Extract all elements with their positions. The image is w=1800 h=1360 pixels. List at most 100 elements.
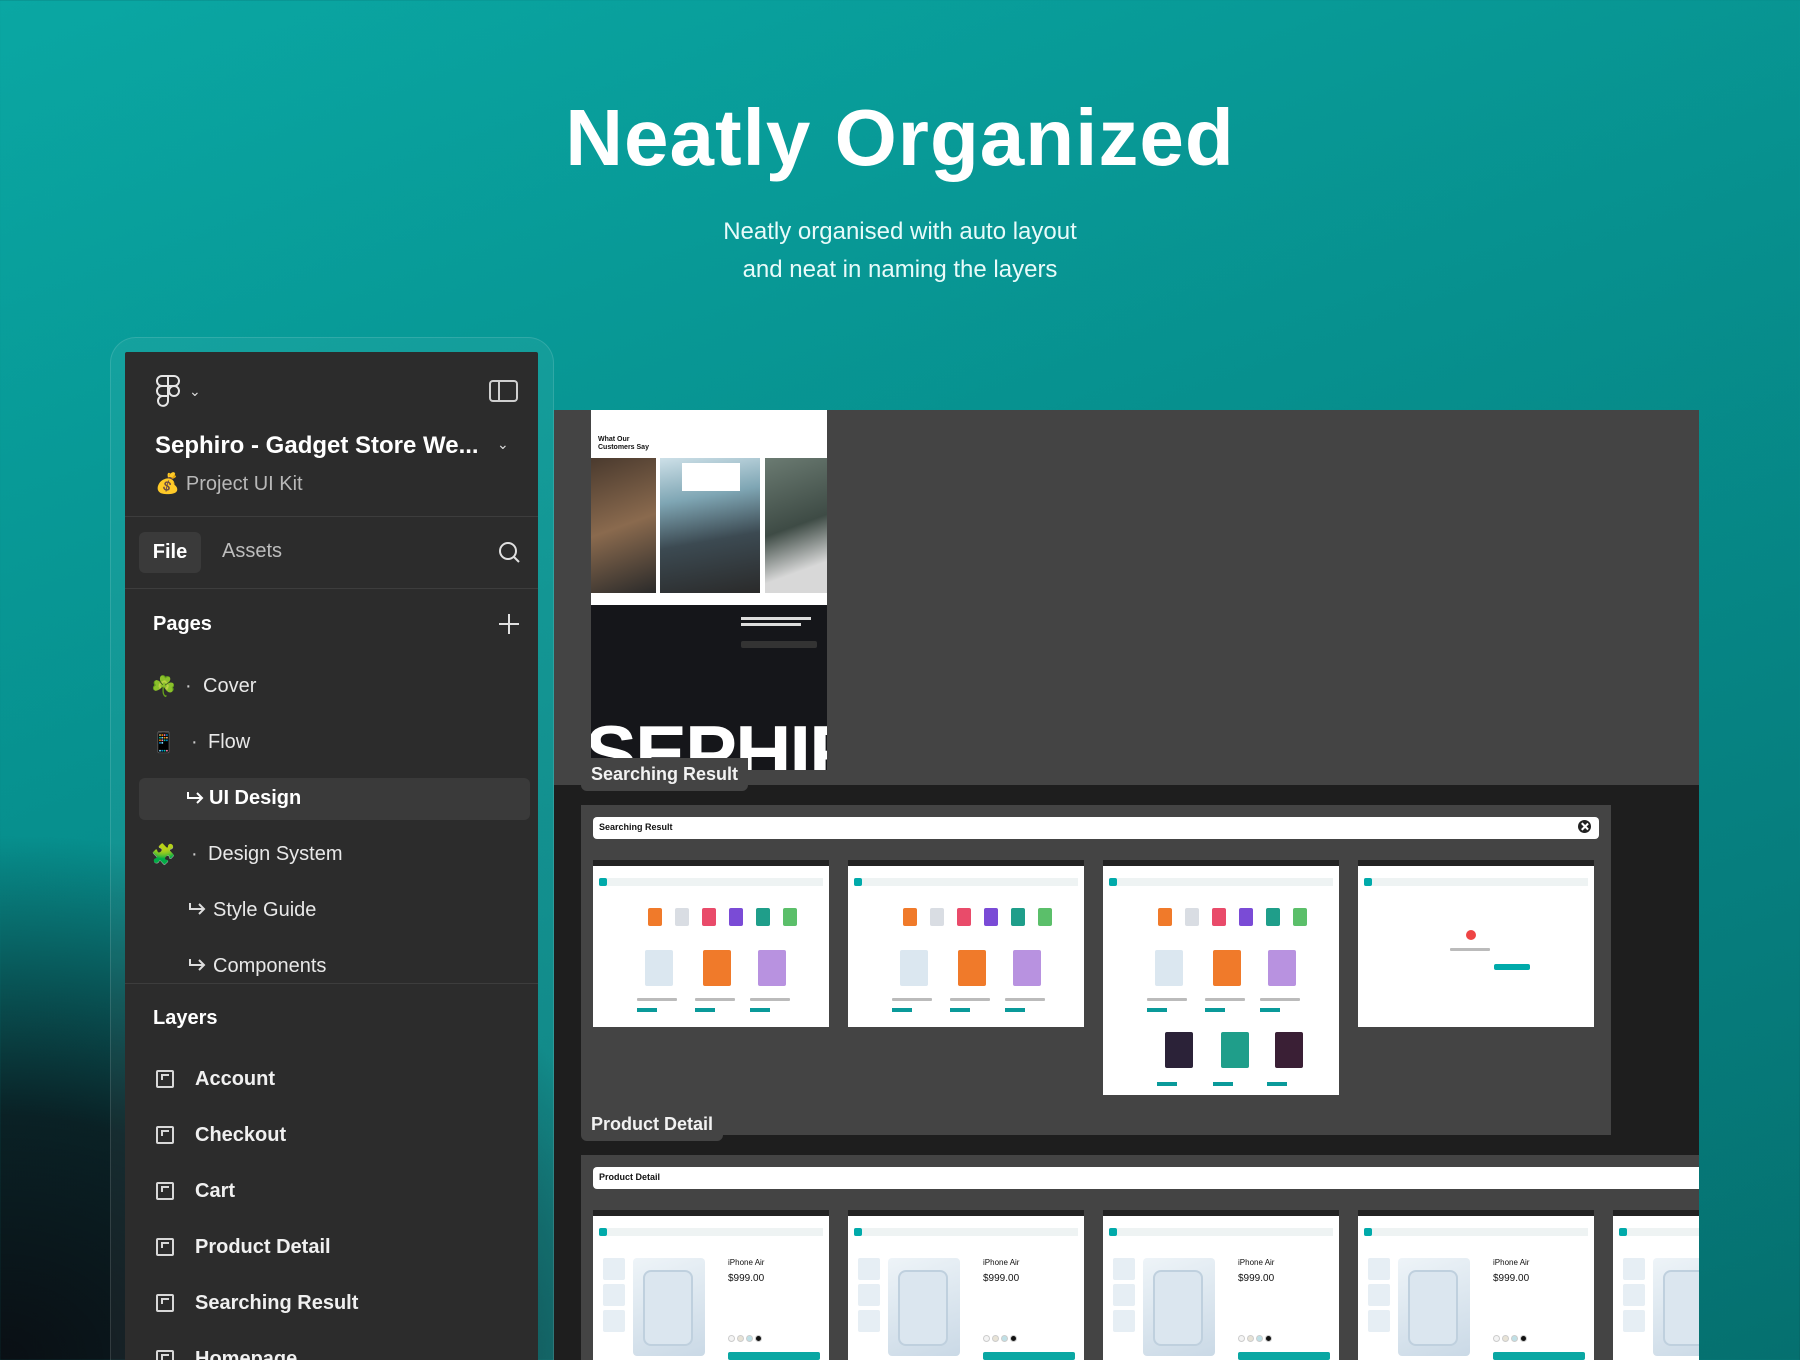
tab-file[interactable]: File: [139, 532, 201, 573]
pages-header: Pages: [153, 613, 212, 635]
thumb-topbar: [1103, 860, 1339, 866]
figma-logo-icon[interactable]: [155, 375, 181, 409]
thumb-logo: [1364, 1228, 1372, 1236]
product-image: [703, 950, 731, 986]
thumb-logo: [854, 1228, 862, 1236]
thumb-navbar: [854, 1228, 1078, 1236]
product-price: [1213, 1082, 1233, 1086]
thumb-navbar: [1109, 1228, 1333, 1236]
thumb-logo: [1109, 1228, 1117, 1236]
section-label-product-detail[interactable]: Product Detail: [581, 1108, 724, 1141]
category-chip: [930, 908, 944, 926]
search-icon[interactable]: [498, 541, 520, 563]
layer-item[interactable]: Searching Result: [125, 1282, 538, 1326]
layers-header: Layers: [153, 1007, 218, 1029]
page-item-flow[interactable]: 📱 · Flow: [125, 721, 538, 765]
product-image: [1275, 1032, 1303, 1068]
layer-item[interactable]: Cart: [125, 1170, 538, 1214]
review-card: [682, 463, 740, 491]
product-price: $999.00: [1238, 1273, 1275, 1284]
section-label-searching-result[interactable]: Searching Result: [581, 758, 749, 791]
category-chip: [1293, 908, 1307, 926]
hero-subtitle-line2: and neat in naming the layers: [742, 256, 1058, 283]
page-item-ui-design[interactable]: UI Design: [139, 778, 530, 820]
cta-button: [1494, 964, 1530, 970]
no-result-icon: [1466, 930, 1476, 940]
thumb-navbar: [1364, 878, 1588, 886]
frame-icon: [156, 1182, 174, 1200]
add-to-cart-button: [983, 1352, 1075, 1360]
gallery-thumb: [1623, 1284, 1645, 1306]
project-menu-chevron-icon[interactable]: ⌄: [497, 436, 509, 453]
category-chip: [1185, 908, 1199, 926]
sidebar-toggle-icon[interactable]: [489, 380, 518, 402]
color-swatch: [1502, 1335, 1509, 1342]
add-to-cart-button: [1238, 1352, 1330, 1360]
product-image: [758, 950, 786, 986]
product-price: [1205, 1008, 1225, 1012]
product-detail-screen-thumb: iPhone Air$999.00: [593, 1210, 829, 1360]
testimonial-photo: [765, 458, 827, 593]
close-icon[interactable]: [1578, 820, 1591, 833]
product-price: [1267, 1082, 1287, 1086]
product-price: [695, 1008, 715, 1012]
thumb-navbar: [1109, 878, 1333, 886]
thumb-topbar: [848, 860, 1084, 866]
return-arrow-icon: [189, 903, 206, 915]
gallery-thumb: [858, 1310, 880, 1332]
layer-item[interactable]: Checkout: [125, 1114, 538, 1158]
category-chip: [756, 908, 770, 926]
hero-title: Neatly Organized: [565, 93, 1235, 182]
layer-item-label: Account: [195, 1068, 275, 1090]
product-name: [1205, 998, 1245, 1001]
thumb-logo: [854, 878, 862, 886]
layer-item-label: Checkout: [195, 1124, 287, 1146]
thumb-logo: [1364, 878, 1372, 886]
thumb-logo: [599, 1228, 607, 1236]
product-name: [750, 998, 790, 1001]
product-detail-screen-thumb: iPhone Air$999.00: [1613, 1210, 1699, 1360]
hero-subtitle-line1: Neatly organised with auto layout: [723, 218, 1077, 245]
color-swatch: [1520, 1335, 1527, 1342]
layer-item[interactable]: Account: [125, 1058, 538, 1102]
section-searching-result[interactable]: Searching Result: [581, 805, 1611, 1135]
product-price: $999.00: [983, 1273, 1020, 1284]
layer-item[interactable]: Product Detail: [125, 1226, 538, 1270]
product-price: [1005, 1008, 1025, 1012]
phone-render: [898, 1270, 948, 1346]
project-title[interactable]: Sephiro - Gadget Store We...: [155, 432, 479, 460]
page-item-design-system[interactable]: 🧩 · Design System: [125, 833, 538, 877]
page-item-cover[interactable]: ☘️ · Cover: [125, 665, 538, 709]
gallery-thumb: [1368, 1310, 1390, 1332]
gallery-thumb: [603, 1258, 625, 1280]
category-chip: [1266, 908, 1280, 926]
thumb-logo: [599, 878, 607, 886]
product-name: iPhone Air: [728, 1258, 765, 1267]
page-item-style-guide[interactable]: Style Guide: [125, 889, 538, 933]
thumb-navbar: [599, 1228, 823, 1236]
sidebar-tabs: File Assets: [125, 517, 538, 589]
homepage-footer-mock[interactable]: What Our Customers Say SEPHIRO: [591, 410, 827, 770]
category-chip: [648, 908, 662, 926]
testimonial-photo: [660, 458, 760, 593]
product-name: iPhone Air: [1238, 1258, 1275, 1267]
product-detail-screen-thumb: iPhone Air$999.00: [1358, 1210, 1594, 1360]
frame-icon: [156, 1126, 174, 1144]
product-name: [1260, 998, 1300, 1001]
mock-heading-line2: Customers Say: [598, 444, 649, 451]
color-swatch: [755, 1335, 762, 1342]
thumb-navbar: [854, 878, 1078, 886]
phone-render: [1663, 1270, 1699, 1346]
tab-assets[interactable]: Assets: [222, 540, 282, 563]
product-name: [1005, 998, 1045, 1001]
layer-item-label: Product Detail: [195, 1236, 331, 1258]
bullet-dot: ·: [185, 675, 192, 697]
add-page-icon[interactable]: [498, 613, 520, 635]
layer-item[interactable]: Homepage: [125, 1338, 538, 1360]
section-product-detail[interactable]: Product Detail iPhone Air $999.00 iPhone A…: [581, 1155, 1699, 1360]
design-canvas[interactable]: What Our Customers Say SEPHIRO Searching…: [554, 410, 1699, 1360]
chevron-down-icon[interactable]: ⌄: [189, 383, 201, 400]
section-homepage[interactable]: What Our Customers Say SEPHIRO: [554, 410, 1699, 785]
thumb-topbar: [1613, 1210, 1699, 1216]
layer-item-label: Searching Result: [195, 1292, 359, 1314]
